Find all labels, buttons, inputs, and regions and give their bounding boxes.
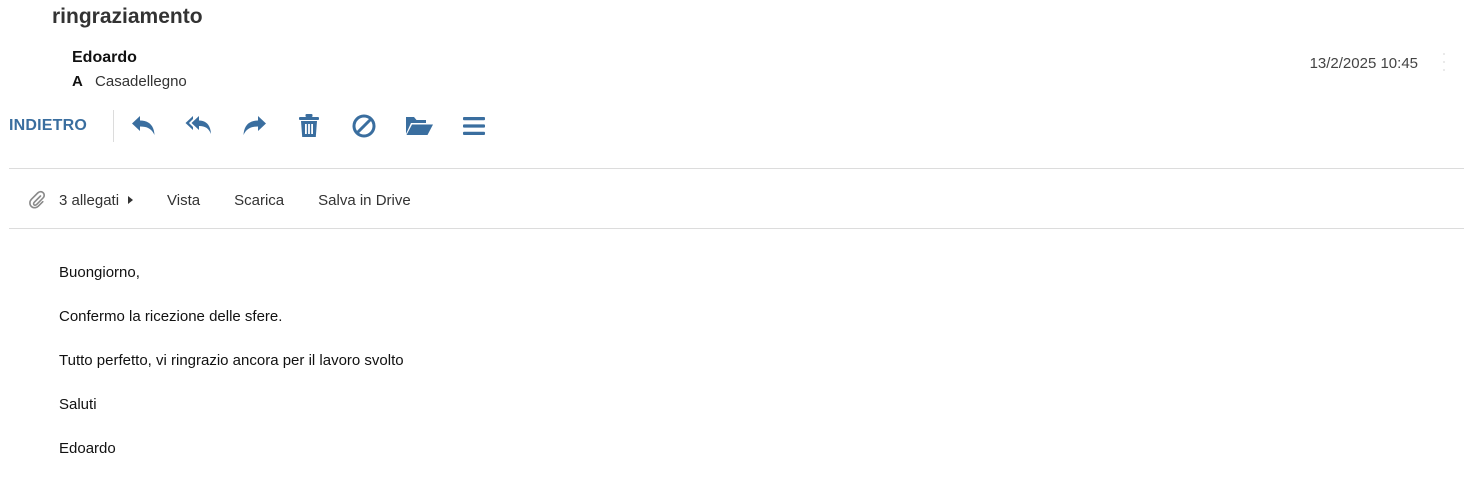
more-options-icon[interactable]: [1442, 53, 1446, 71]
paperclip-icon: [28, 190, 48, 210]
attachments-bar: 3 allegati Vista Scarica Salva in Drive: [28, 186, 411, 214]
body-line: Confermo la ricezione delle sfere.: [59, 308, 283, 325]
block-icon[interactable]: [348, 110, 380, 142]
toolbar-separator: [9, 168, 1464, 169]
recipient-name[interactable]: Casadellegno: [95, 73, 187, 90]
email-body: Buongiorno, Confermo la ricezione delle …: [59, 263, 404, 483]
body-line: Tutto perfetto, vi ringrazio ancora per …: [59, 352, 404, 369]
folder-open-icon[interactable]: [403, 110, 435, 142]
attachments-separator: [9, 228, 1464, 229]
caret-right-icon: [128, 196, 134, 204]
body-line: Edoardo: [59, 440, 116, 457]
recipient-label: A: [72, 73, 83, 90]
attachments-toggle[interactable]: 3 allegati: [59, 191, 134, 209]
reply-icon[interactable]: [128, 110, 160, 142]
sender-name[interactable]: Edoardo: [72, 49, 137, 67]
email-subject: ringraziamento: [52, 5, 203, 28]
menu-icon[interactable]: [458, 110, 490, 142]
recipient-row: A Casadellegno: [72, 73, 187, 90]
save-to-drive-button[interactable]: Salva in Drive: [318, 192, 411, 209]
reply-all-icon[interactable]: [183, 110, 215, 142]
email-date: 13/2/2025 10:45: [1309, 55, 1418, 72]
attachments-count: 3 allegati: [59, 191, 120, 209]
body-line: Saluti: [59, 396, 97, 413]
trash-icon[interactable]: [293, 110, 325, 142]
body-line: Buongiorno,: [59, 264, 140, 281]
toolbar-divider: [113, 110, 115, 142]
message-toolbar: INDIETRO: [0, 104, 513, 148]
forward-icon[interactable]: [238, 110, 270, 142]
view-attachments-button[interactable]: Vista: [167, 192, 200, 209]
download-attachments-button[interactable]: Scarica: [234, 192, 284, 209]
back-button[interactable]: INDIETRO: [9, 117, 87, 135]
